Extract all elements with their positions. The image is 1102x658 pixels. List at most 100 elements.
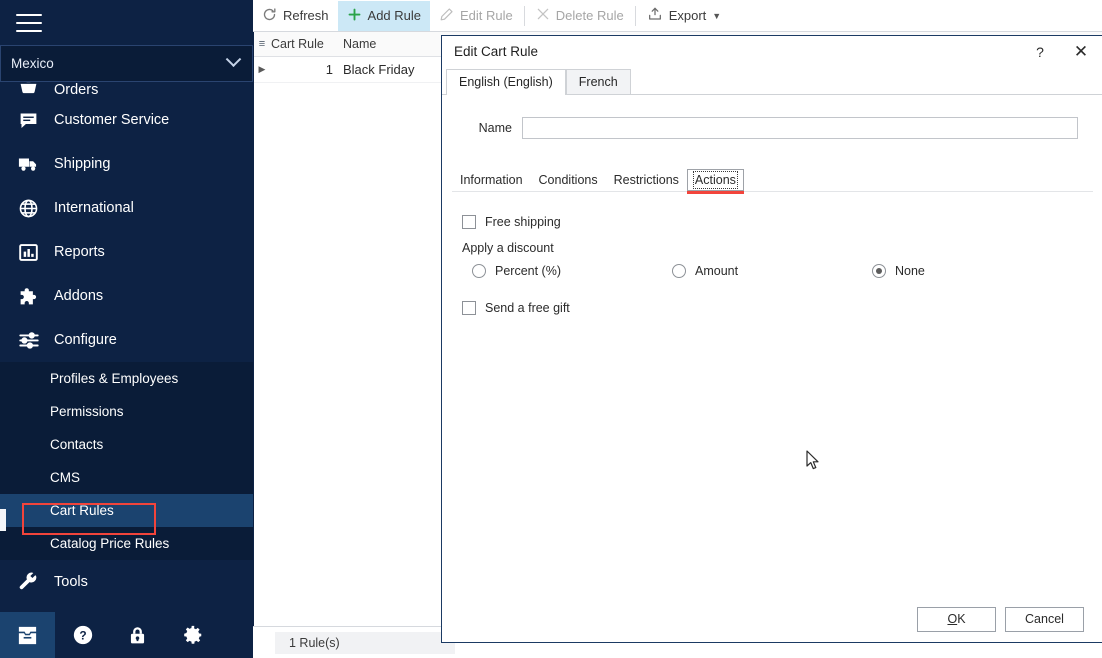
inbox-icon[interactable]: [0, 612, 55, 658]
sidebar-subitem-label: Catalog Price Rules: [50, 536, 170, 551]
delete-rule-button[interactable]: Delete Rule: [527, 1, 633, 31]
apply-discount-label: Apply a discount: [462, 241, 554, 255]
ok-accel: O: [947, 612, 958, 626]
help-icon[interactable]: ?: [55, 612, 110, 658]
ok-button[interactable]: OK: [917, 606, 996, 632]
sidebar-item-tools[interactable]: Tools: [0, 560, 253, 604]
add-rule-button[interactable]: Add Rule: [337, 0, 431, 31]
tab-label: Actions: [692, 171, 738, 189]
sidebar-item-cart-rules[interactable]: Cart Rules: [0, 494, 253, 527]
help-icon[interactable]: ?: [1021, 37, 1059, 67]
sliders-icon: [17, 329, 40, 352]
sidebar-subitem-label: Permissions: [50, 404, 124, 419]
sidebar-item-permissions[interactable]: Permissions: [0, 395, 253, 428]
percent-radio[interactable]: [472, 264, 486, 278]
sidebar-item-cms[interactable]: CMS: [0, 461, 253, 494]
sidebar-item-shipping[interactable]: Shipping: [0, 142, 253, 186]
toolbar-separator: [523, 5, 525, 26]
sidebar-item-international[interactable]: International: [0, 186, 253, 230]
sidebar-item-label: Configure: [54, 332, 117, 348]
edit-rule-button[interactable]: Edit Rule: [430, 1, 522, 31]
tab-actions-highlight: [686, 191, 744, 194]
tab-label: Conditions: [538, 173, 598, 187]
hamburger-menu-icon[interactable]: [16, 13, 42, 32]
selection-edge-marker: [0, 509, 6, 531]
hamburger-bar: [0, 0, 253, 45]
sidebar-item-addons[interactable]: Addons: [0, 274, 253, 318]
refresh-button[interactable]: Refresh: [253, 1, 338, 31]
discount-option-amount[interactable]: Amount: [672, 264, 872, 278]
chevron-down-icon: ▼: [712, 10, 722, 21]
close-icon[interactable]: ✕: [1059, 37, 1102, 67]
none-radio[interactable]: [872, 264, 886, 278]
sidebar-bottom-bar: ?: [0, 612, 253, 658]
sidebar-item-reports[interactable]: Reports: [0, 230, 253, 274]
tab-french[interactable]: French: [565, 69, 631, 95]
cell-cart-rule-id: 1: [325, 62, 333, 77]
free-gift-label: Send a free gift: [485, 301, 570, 315]
lock-icon[interactable]: [110, 612, 165, 658]
toolbar-separator: [634, 5, 636, 26]
tab-actions[interactable]: Actions: [686, 169, 744, 194]
tab-english[interactable]: English (English): [446, 69, 566, 95]
dialog-footer: OK Cancel: [442, 596, 1102, 642]
sidebar-item-catalog-price-rules[interactable]: Catalog Price Rules: [0, 527, 253, 560]
gear-icon[interactable]: [165, 612, 220, 658]
name-input[interactable]: [522, 117, 1078, 139]
rule-count-status: 1 Rule(s): [275, 631, 455, 654]
sidebar-item-label: International: [54, 200, 134, 216]
tab-conditions[interactable]: Conditions: [531, 169, 606, 191]
sidebar-item-profiles-employees[interactable]: Profiles & Employees: [0, 362, 253, 395]
tab-restrictions[interactable]: Restrictions: [606, 169, 687, 191]
sidebar-item-label: Customer Service: [54, 112, 170, 128]
discount-option-percent[interactable]: Percent (%): [472, 264, 672, 278]
chat-bubble-icon: [17, 109, 40, 132]
language-tabs: English (English) French: [442, 67, 1102, 95]
discount-option-none[interactable]: None: [872, 264, 925, 278]
grid-left-border: [253, 32, 254, 626]
delivery-truck-icon: [17, 153, 40, 176]
sidebar-item-label: Reports: [54, 244, 105, 260]
free-shipping-checkbox[interactable]: [462, 215, 476, 229]
sidebar-item-contacts[interactable]: Contacts: [0, 428, 253, 461]
sidebar-subitem-label: Profiles & Employees: [50, 371, 179, 386]
row-expand-icon[interactable]: ▶: [253, 64, 271, 75]
chevron-down-icon: [225, 51, 242, 68]
bar-chart-icon: [17, 241, 40, 264]
export-upload-icon: [647, 6, 663, 25]
svg-text:?: ?: [79, 628, 86, 642]
sidebar-subitem-label: Contacts: [50, 437, 104, 452]
refresh-label: Refresh: [283, 8, 329, 23]
grid-column-header-name[interactable]: Name: [333, 37, 453, 51]
sidebar-item-label: Addons: [54, 288, 104, 304]
edit-cart-rule-dialog: Edit Cart Rule ? ✕ English (English) Fre…: [441, 35, 1102, 643]
sidebar-nav: Orders Customer Service Shipping Interna…: [0, 72, 253, 604]
section-tabs: Information Conditions Restrictions Acti…: [452, 167, 1102, 194]
store-selector[interactable]: Mexico: [0, 45, 253, 82]
delete-rule-label: Delete Rule: [555, 8, 624, 23]
free-shipping-label: Free shipping: [485, 215, 561, 229]
sidebar-item-label: Orders: [54, 82, 99, 98]
export-label: Export: [668, 8, 707, 23]
export-button[interactable]: Export ▼: [638, 1, 731, 31]
application-window: Mexico Orders Customer Service Shipping …: [0, 0, 1102, 658]
tab-label: Information: [460, 173, 523, 187]
sidebar-subnav: Profiles & Employees Permissions Contact…: [0, 362, 253, 560]
amount-label: Amount: [695, 264, 739, 278]
free-shipping-row: Free shipping: [462, 209, 1102, 235]
discount-options-row: Percent (%) Amount None: [472, 257, 1102, 285]
sidebar-subitem-label: CMS: [50, 470, 80, 485]
sidebar-item-customer-service[interactable]: Customer Service: [0, 98, 253, 142]
add-rule-label: Add Rule: [367, 8, 422, 23]
puzzle-piece-icon: [17, 285, 40, 308]
tab-information[interactable]: Information: [452, 169, 531, 191]
none-label: None: [895, 264, 925, 278]
amount-radio[interactable]: [672, 264, 686, 278]
tab-label: Restrictions: [613, 173, 679, 187]
column-menu-icon[interactable]: ≡: [253, 38, 271, 50]
grid-column-header-cart-rule[interactable]: Cart Rule: [271, 37, 333, 51]
free-gift-checkbox[interactable]: [462, 301, 476, 315]
sidebar-item-configure[interactable]: Configure: [0, 318, 253, 362]
free-gift-row: Send a free gift: [462, 295, 1102, 321]
cancel-button[interactable]: Cancel: [1005, 606, 1084, 632]
